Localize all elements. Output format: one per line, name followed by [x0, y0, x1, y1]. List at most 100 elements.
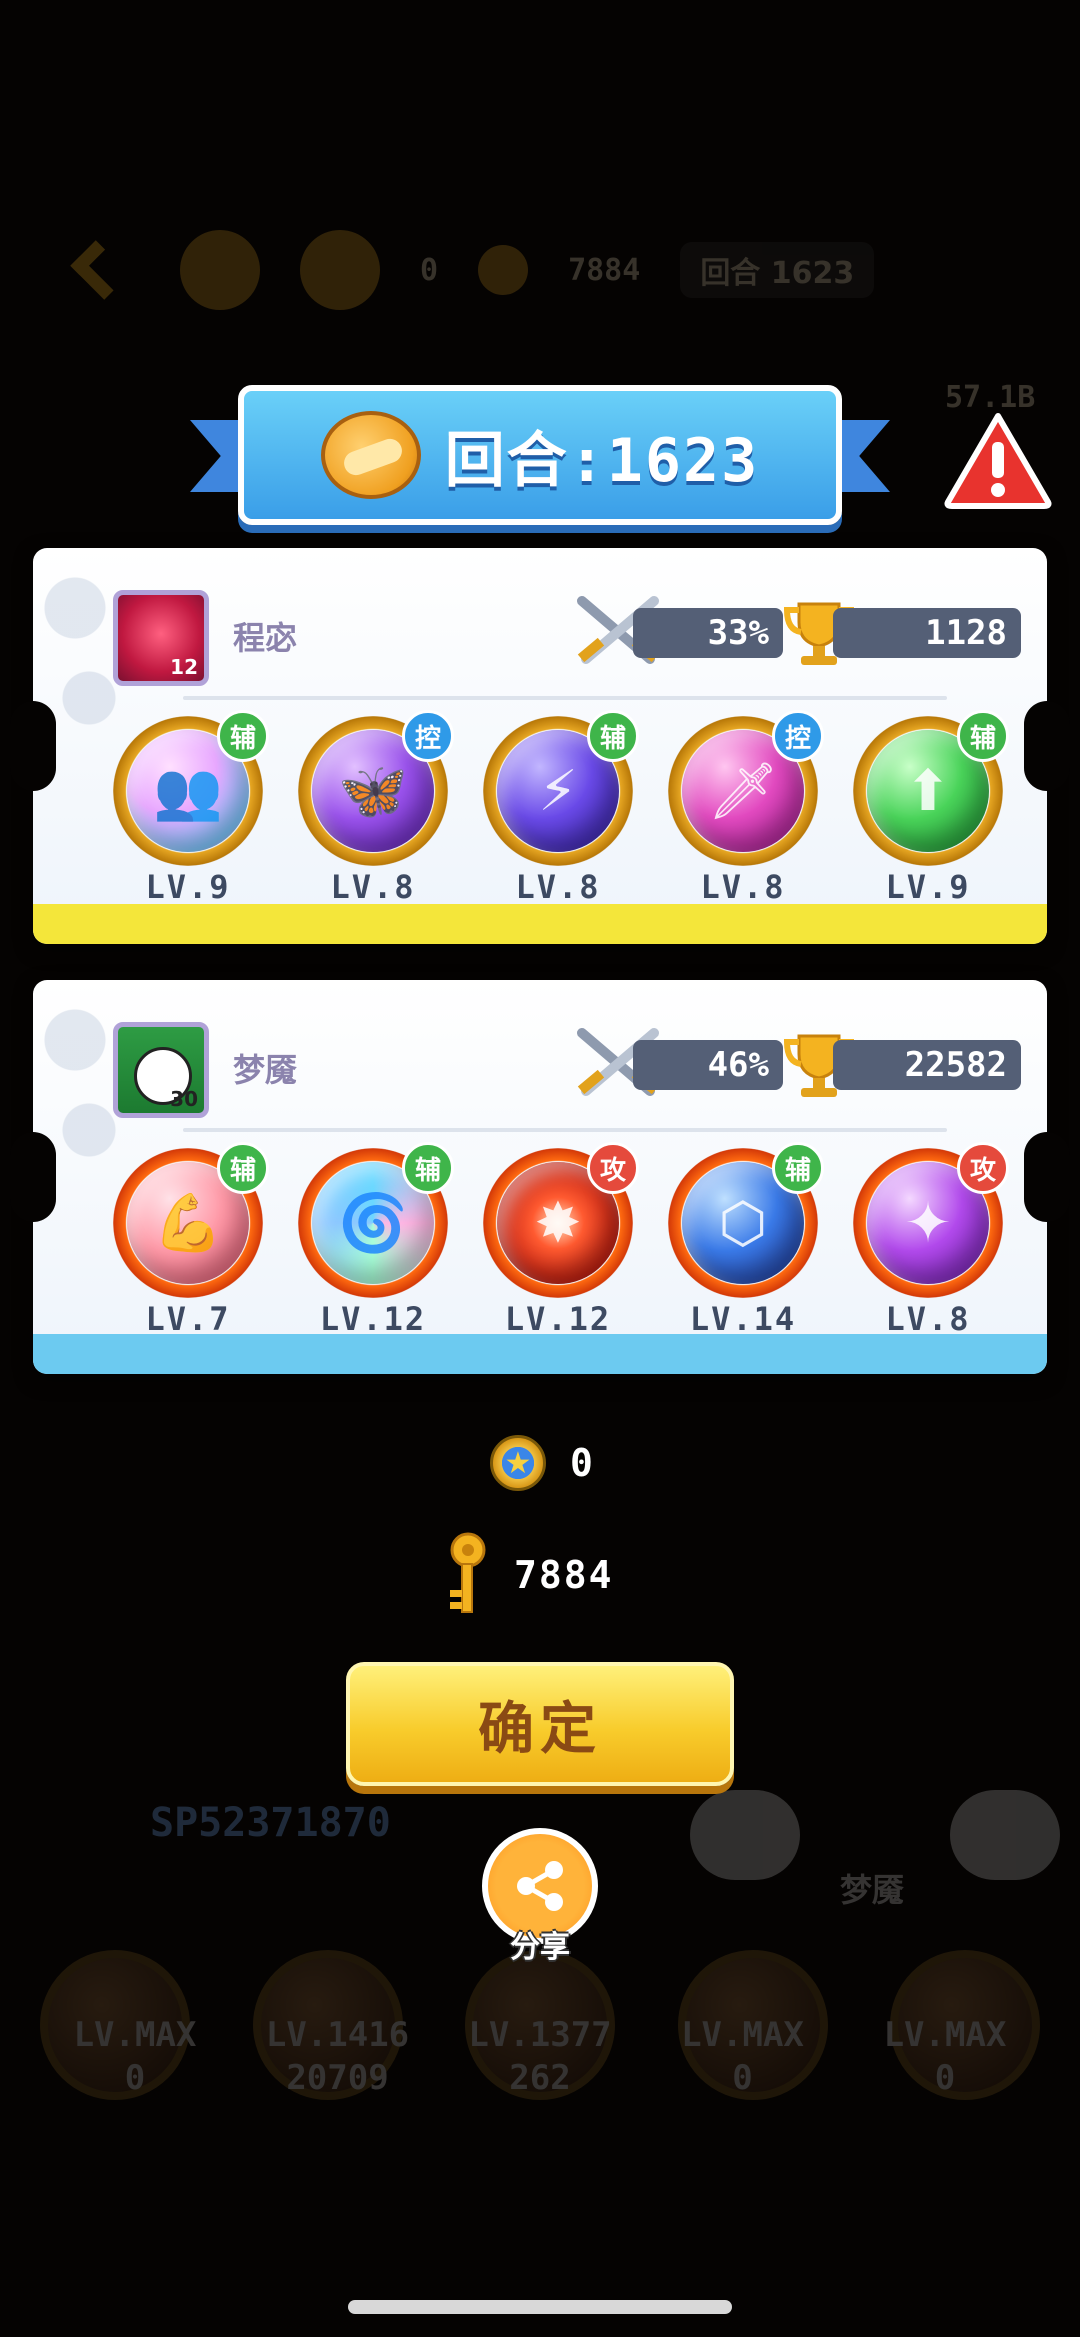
background-orb: [890, 1950, 1040, 2100]
round-title: 回合:1623: [444, 425, 760, 496]
player-name: 程宓: [233, 619, 298, 657]
round-banner: 回合:1623: [238, 385, 842, 525]
role-badge: 辅: [217, 710, 269, 762]
home-indicator[interactable]: [348, 2300, 732, 2314]
background-keys-value: 7884: [568, 252, 641, 288]
share-icon: [517, 1861, 563, 1911]
trophy-value: 22582: [904, 1045, 1007, 1085]
background-level: LV.MAX: [883, 2015, 1007, 2055]
skill-level: LV.8: [515, 868, 601, 906]
avatar-level: 30: [170, 1087, 198, 1111]
background-orb: [465, 1950, 615, 2100]
card-notch-right: [1024, 1132, 1070, 1222]
back-arrow-icon: [70, 240, 130, 300]
background-orb-row: [40, 1950, 1040, 2100]
share-label: 分享: [510, 1930, 570, 1965]
background-level: LV.MAX: [681, 2015, 804, 2055]
card-divider: [183, 696, 947, 700]
key-icon: [450, 1532, 486, 1613]
report-warning-icon[interactable]: [942, 410, 1054, 510]
role-badge: 辅: [957, 710, 1009, 762]
avatar-level: 12: [170, 655, 198, 679]
background-count: 0: [934, 2058, 956, 2098]
skill-level: LV.8: [330, 868, 416, 906]
skill-item[interactable]: ⬆ 辅 LV.9: [843, 710, 1013, 906]
skill-item[interactable]: 🌀 辅 LV.12: [288, 1142, 458, 1338]
background-level: LV.1416: [265, 2015, 410, 2055]
skill-level: LV.8: [700, 868, 786, 906]
skill-list: 💪 辅 LV.7 🌀 辅 LV.12 ✸ 攻 LV.12 ⬡ 辅 LV.14 ✦…: [103, 1142, 1013, 1338]
more-bubble-icon: [950, 1790, 1060, 1880]
role-badge: 辅: [217, 1142, 269, 1194]
card-notch-left: [10, 1132, 56, 1222]
role-badge: 控: [772, 710, 824, 762]
background-orb: [40, 1950, 190, 2100]
skill-item[interactable]: 🦋 控 LV.8: [288, 710, 458, 906]
skill-item[interactable]: ⬡ 辅 LV.14: [658, 1142, 828, 1338]
player-avatar[interactable]: 30: [113, 1022, 209, 1118]
skill-level: LV.14: [689, 1300, 797, 1338]
background-orb: [677, 1950, 828, 2100]
role-badge: 控: [402, 710, 454, 762]
background-levels: LV.MAX LV.1416 LV.1377 LV.MAX LV.MAX: [40, 2015, 1040, 2055]
card-notch-right: [1024, 701, 1070, 791]
background-player-name: 梦魇: [840, 1871, 905, 1909]
background-orb: [252, 1950, 403, 2100]
skill-level: LV.9: [885, 868, 971, 906]
role-badge: 攻: [587, 1142, 639, 1194]
background-counts: 0 20709 262 0 0: [40, 2058, 1040, 2098]
card-divider: [183, 1128, 947, 1132]
skill-item[interactable]: 👥 辅 LV.9: [103, 710, 273, 906]
player-card-2: 30 梦魇 46% 22582 💪 辅 LV.7 🌀 辅 LV.12 ✸ 攻 L…: [33, 980, 1047, 1374]
player-card-1: 12 程宓 33% 1128 👥 辅 LV.9 🦋 控 LV.8 ⚡ 辅 LV.…: [33, 548, 1047, 944]
win-rate-value: 33%: [707, 613, 769, 653]
star-reward-row: ★ 0: [490, 1435, 595, 1491]
star-reward-value: 0: [570, 1441, 595, 1485]
player-avatar[interactable]: 12: [113, 590, 209, 686]
key-icon: [478, 245, 529, 295]
skill-item[interactable]: ⚡ 辅 LV.8: [473, 710, 643, 906]
confirm-button[interactable]: 确定: [346, 1662, 734, 1786]
win-rate-value: 46%: [707, 1045, 769, 1085]
background-level: LV.MAX: [73, 2015, 197, 2055]
background-top-bar: 0 7884 回合 1623: [60, 230, 1020, 310]
role-badge: 辅: [587, 710, 639, 762]
background-count: 20709: [286, 2058, 389, 2098]
card-notch-left: [10, 701, 56, 791]
key-reward-value: 7884: [514, 1553, 614, 1597]
skill-item[interactable]: ✦ 攻 LV.8: [843, 1142, 1013, 1338]
background-sp-value: SP52371870: [150, 1800, 391, 1846]
skill-level: LV.12: [319, 1300, 427, 1338]
trophy-pill: 1128: [833, 608, 1021, 658]
star-coin-icon: [300, 230, 380, 310]
handshake-icon: [320, 411, 421, 499]
background-count: 0: [124, 2058, 146, 2098]
win-rate-pill: 46%: [633, 1040, 783, 1090]
background-round-pill: 回合 1623: [680, 242, 875, 298]
background-count: 0: [732, 2058, 753, 2098]
role-badge: 辅: [402, 1142, 454, 1194]
badge-icon: [180, 230, 260, 310]
role-badge: 攻: [957, 1142, 1009, 1194]
skill-item[interactable]: ✸ 攻 LV.12: [473, 1142, 643, 1338]
key-reward-row: 7884: [442, 1530, 614, 1620]
background-stars-value: 0: [420, 252, 439, 288]
star-coin-icon: ★: [490, 1435, 546, 1491]
background-count: 262: [509, 2058, 571, 2098]
trophy-pill: 22582: [833, 1040, 1021, 1090]
skill-list: 👥 辅 LV.9 🦋 控 LV.8 ⚡ 辅 LV.8 🗡 控 LV.8 ⬆ 辅 …: [103, 710, 1013, 906]
player-name: 梦魇: [233, 1051, 298, 1089]
chat-bubble-icon: [690, 1790, 800, 1880]
skill-item[interactable]: 💪 辅 LV.7: [103, 1142, 273, 1338]
win-rate-pill: 33%: [633, 608, 783, 658]
skill-level: LV.12: [504, 1300, 612, 1338]
skill-level: LV.9: [145, 868, 231, 906]
background-level: LV.1377: [468, 2015, 612, 2055]
card-bottom-stripe: [33, 1334, 1047, 1374]
card-bottom-stripe: [33, 904, 1047, 944]
skill-level: LV.7: [145, 1300, 231, 1338]
role-badge: 辅: [772, 1142, 824, 1194]
trophy-value: 1128: [925, 613, 1007, 653]
skill-level: LV.8: [885, 1300, 971, 1338]
skill-item[interactable]: 🗡 控 LV.8: [658, 710, 828, 906]
